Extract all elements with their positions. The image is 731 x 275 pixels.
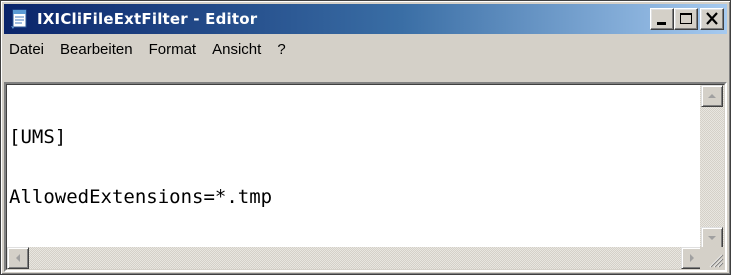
menu-help[interactable]: ? bbox=[269, 35, 293, 64]
resize-grip-icon bbox=[709, 254, 724, 268]
notepad-icon bbox=[10, 9, 30, 29]
text-content[interactable]: [UMS] AllowedExtensions=*.tmp bbox=[9, 87, 703, 249]
close-icon bbox=[706, 12, 718, 25]
minimize-button[interactable] bbox=[650, 8, 674, 30]
editor-window: IXICliFileExtFilter - Editor Datei Bearb… bbox=[0, 0, 731, 275]
horizontal-scrollbar[interactable] bbox=[7, 247, 703, 269]
menu-format[interactable]: Format bbox=[141, 35, 205, 64]
resize-grip[interactable] bbox=[700, 247, 724, 269]
close-button[interactable] bbox=[700, 8, 724, 30]
window-controls bbox=[650, 8, 724, 30]
menu-ansicht[interactable]: Ansicht bbox=[204, 35, 269, 64]
scroll-down-button[interactable] bbox=[701, 227, 723, 249]
text-editor-frame: [UMS] AllowedExtensions=*.tmp bbox=[4, 82, 727, 272]
maximize-icon bbox=[680, 13, 692, 24]
menu-bearbeiten[interactable]: Bearbeiten bbox=[52, 35, 141, 64]
arrow-up-icon bbox=[708, 94, 716, 98]
arrow-down-icon bbox=[708, 236, 716, 240]
text-line: AllowedExtensions=*.tmp bbox=[9, 186, 273, 208]
arrow-left-icon bbox=[16, 254, 20, 262]
window-title: IXICliFileExtFilter - Editor bbox=[37, 10, 258, 28]
vertical-scrollbar[interactable] bbox=[700, 85, 724, 249]
title-bar[interactable]: IXICliFileExtFilter - Editor bbox=[4, 4, 727, 34]
scroll-left-button[interactable] bbox=[7, 247, 29, 269]
menu-bar: Datei Bearbeiten Format Ansicht ? bbox=[4, 35, 727, 64]
maximize-button[interactable] bbox=[674, 8, 698, 30]
text-line: [UMS] bbox=[9, 126, 67, 148]
scroll-up-button[interactable] bbox=[701, 85, 723, 107]
text-editor[interactable]: [UMS] AllowedExtensions=*.tmp bbox=[6, 84, 725, 270]
menu-datei[interactable]: Datei bbox=[4, 35, 52, 64]
minimize-icon bbox=[657, 22, 666, 25]
arrow-right-icon bbox=[690, 254, 694, 262]
